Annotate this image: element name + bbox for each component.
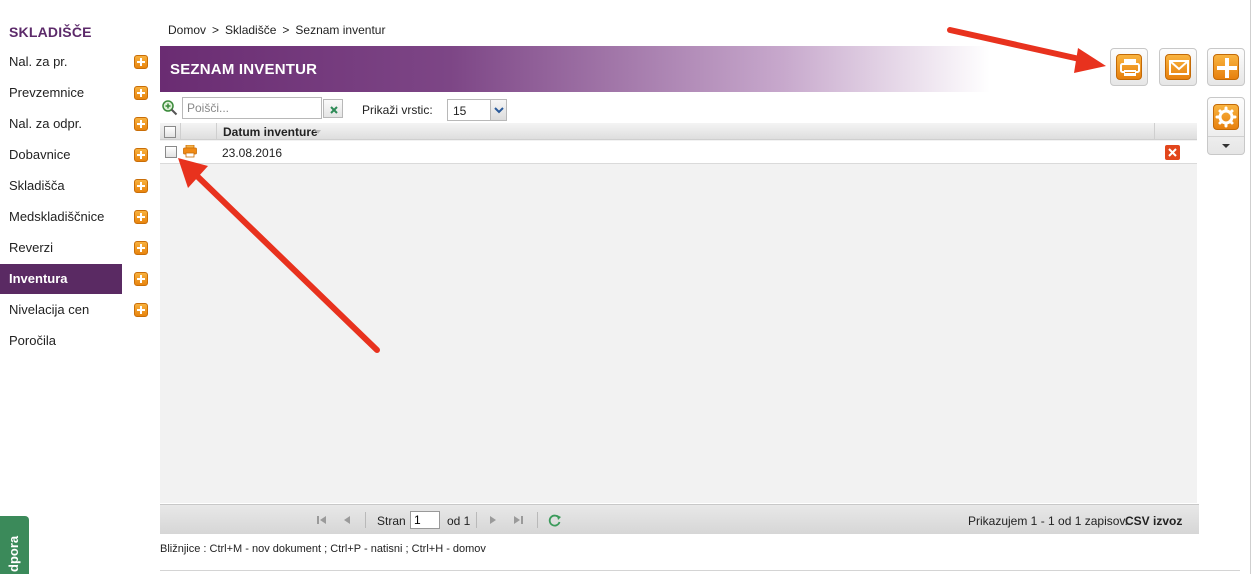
add-icon[interactable] [134, 55, 148, 69]
add-icon[interactable] [134, 148, 148, 162]
sidebar-item-inventura[interactable]: Inventura [0, 264, 122, 294]
chevron-down-icon [1222, 144, 1230, 148]
gear-icon [1215, 106, 1237, 128]
csv-export-link[interactable]: CSV izvoz [1125, 514, 1182, 528]
sidebar-item-reverzi[interactable]: Reverzi [0, 233, 122, 263]
support-tab-label: dpora [6, 535, 21, 572]
sidebar-item-nivelacija-cen[interactable]: Nivelacija cen [0, 295, 122, 325]
settings-dropdown-button[interactable] [1207, 97, 1245, 155]
last-page-icon[interactable] [511, 513, 525, 527]
page-title: SEZNAM INVENTUR [170, 61, 318, 78]
breadcrumb: Domov > Skladišče > Seznam inventur [168, 23, 385, 37]
sidebar-item-skladisca[interactable]: Skladišča [0, 171, 122, 201]
prev-page-icon[interactable] [340, 513, 354, 527]
add-icon[interactable] [134, 241, 148, 255]
app-window: SKLADIŠČE Nal. za pr. Prevzemnice Nal. z… [0, 0, 1254, 574]
next-page-icon[interactable] [486, 513, 500, 527]
keyboard-shortcuts: Bližnjice : Ctrl+M - nov dokument ; Ctrl… [160, 543, 486, 555]
divider [160, 570, 1240, 571]
mail-icon [1169, 60, 1189, 75]
inventory-date: 23.08.2016 [222, 146, 283, 160]
sidebar-item-prevzemnice[interactable]: Prevzemnice [0, 78, 122, 108]
pagination-bar: Stran od 1 Prikazujem 1 - 1 od 1 zapisov… [160, 504, 1199, 534]
printer-icon[interactable] [183, 145, 197, 158]
add-icon[interactable] [134, 86, 148, 100]
support-tab[interactable]: dpora [0, 516, 29, 574]
breadcrumb-skladisce[interactable]: Skladišče [225, 23, 276, 37]
sidebar-item-nal-za-odpr[interactable]: Nal. za odpr. [0, 109, 122, 139]
refresh-icon[interactable] [548, 513, 562, 527]
rows-per-page-value: 15 [453, 104, 467, 118]
search-icon[interactable] [161, 99, 179, 117]
add-icon[interactable] [134, 117, 148, 131]
divider [1250, 0, 1251, 574]
page-number-input[interactable] [410, 511, 440, 529]
delete-button[interactable] [1165, 145, 1180, 160]
rows-per-page-select[interactable]: 15 [447, 99, 507, 121]
breadcrumb-current: Seznam inventur [295, 23, 386, 37]
plus-icon [1217, 58, 1237, 78]
table-header: Datum inventure [160, 123, 1197, 140]
sidebar-item-nal-za-pr[interactable]: Nal. za pr. [0, 47, 122, 77]
add-new-button[interactable] [1207, 48, 1245, 86]
table-row[interactable]: 23.08.2016 [160, 141, 1197, 164]
select-all-checkbox[interactable] [164, 126, 176, 138]
add-icon[interactable] [134, 179, 148, 193]
first-page-icon[interactable] [315, 513, 329, 527]
clear-icon [330, 106, 338, 114]
page-title-banner: SEZNAM INVENTUR [160, 46, 990, 92]
page-count: od 1 [447, 514, 471, 528]
sidebar-item-porocila[interactable]: Poročila [0, 326, 122, 356]
column-header-datum[interactable]: Datum inventure [223, 125, 318, 139]
sidebar-title: SKLADIŠČE [9, 24, 92, 40]
sidebar-item-dobavnice[interactable]: Dobavnice [0, 140, 122, 170]
records-info: Prikazujem 1 - 1 od 1 zapisov. [968, 514, 1128, 528]
sidebar: SKLADIŠČE Nal. za pr. Prevzemnice Nal. z… [0, 0, 158, 574]
add-icon[interactable] [134, 210, 148, 224]
print-button[interactable] [1110, 48, 1148, 86]
printer-icon [1120, 59, 1140, 76]
clear-search-button[interactable] [323, 99, 343, 118]
search-input[interactable] [182, 97, 322, 119]
add-icon[interactable] [134, 272, 148, 286]
breadcrumb-home[interactable]: Domov [168, 23, 206, 37]
close-icon [1168, 148, 1177, 157]
row-checkbox[interactable] [165, 146, 177, 158]
sidebar-item-medskladiscnice[interactable]: Medskladiščnice [0, 202, 122, 232]
sort-icon[interactable] [315, 130, 321, 134]
page-label: Stran [377, 514, 406, 528]
chevron-down-icon [494, 107, 504, 114]
email-button[interactable] [1159, 48, 1197, 86]
inventory-table: Datum inventure 23.08.2016 [160, 123, 1197, 503]
rows-per-page-label: Prikaži vrstic: [362, 103, 433, 117]
breadcrumb-separator: > [212, 23, 220, 37]
add-icon[interactable] [134, 303, 148, 317]
breadcrumb-separator: > [282, 23, 290, 37]
